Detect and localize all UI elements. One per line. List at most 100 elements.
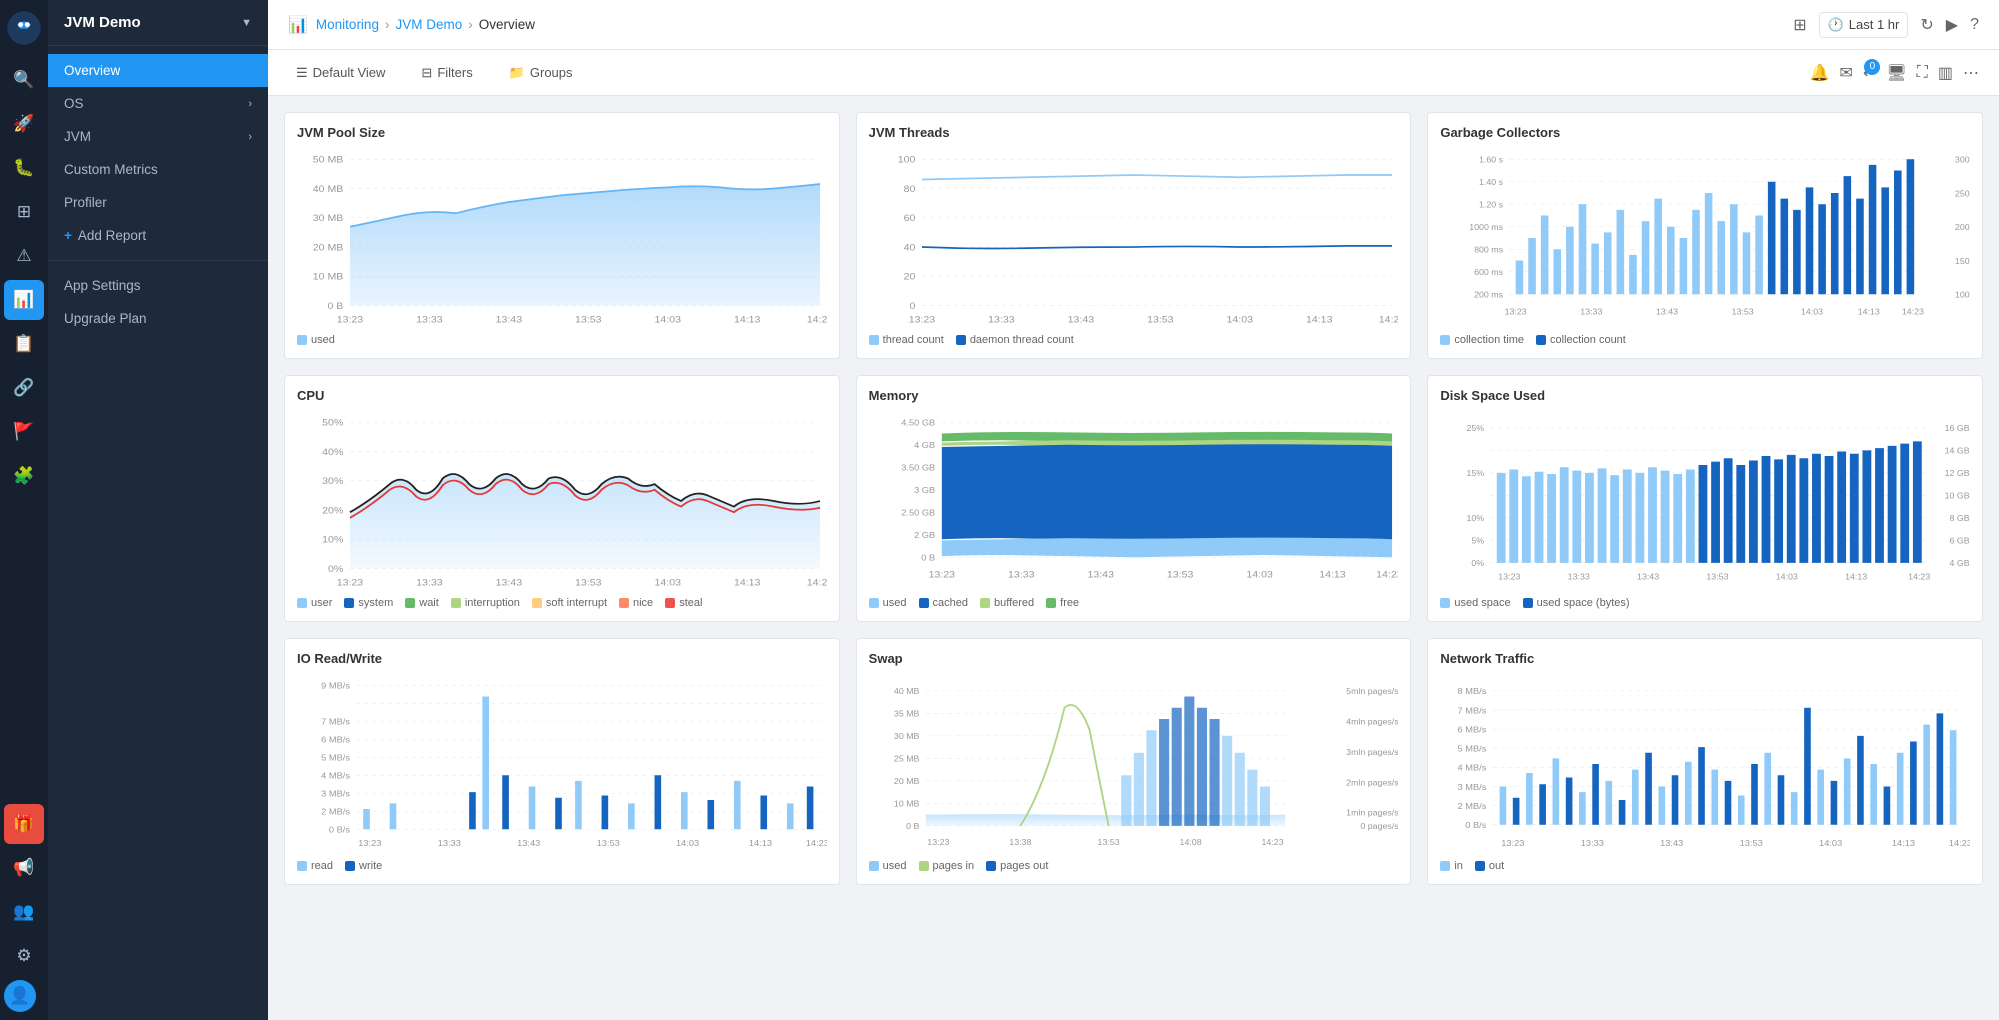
svg-text:13:23: 13:23 bbox=[1505, 307, 1527, 316]
settings-icon[interactable]: ⚙ bbox=[4, 936, 44, 976]
legend-swap-used-label: used bbox=[883, 860, 907, 872]
svg-text:13:53: 13:53 bbox=[1740, 839, 1763, 848]
svg-text:12 GB: 12 GB bbox=[1945, 469, 1970, 478]
list-icon[interactable]: 📋 bbox=[4, 324, 44, 364]
default-view-button[interactable]: ☰ Default View bbox=[288, 59, 393, 87]
legend-daemon-thread-count: daemon thread count bbox=[956, 334, 1074, 346]
more-options-icon[interactable]: ⋯ bbox=[1963, 63, 1979, 83]
chart-io-container: 9 MB/s 7 MB/s 6 MB/s 5 MB/s 4 MB/s 3 MB/… bbox=[297, 674, 827, 854]
sidebar-item-app-settings[interactable]: App Settings bbox=[48, 269, 268, 302]
grid-icon[interactable]: ⊞ bbox=[4, 192, 44, 232]
sidebar-item-jvm[interactable]: JVM › bbox=[48, 120, 268, 153]
integration-icon[interactable]: 🔗 bbox=[4, 368, 44, 408]
legend-cpu-system-label: system bbox=[358, 597, 393, 609]
legend-cpu-nice-dot bbox=[619, 598, 629, 608]
breadcrumb-jvm-demo[interactable]: JVM Demo bbox=[395, 17, 462, 32]
alert-icon[interactable]: ⚠ bbox=[4, 236, 44, 276]
chart-network-container: 8 MB/s 7 MB/s 6 MB/s 5 MB/s 4 MB/s 3 MB/… bbox=[1440, 674, 1970, 854]
sidebar-upgrade-plan-label: Upgrade Plan bbox=[64, 311, 147, 326]
plus-icon: + bbox=[64, 228, 72, 243]
svg-text:15%: 15% bbox=[1467, 469, 1485, 478]
svg-text:10 GB: 10 GB bbox=[1945, 491, 1970, 500]
svg-text:14:23: 14:23 bbox=[1261, 837, 1283, 846]
svg-text:0 B: 0 B bbox=[327, 302, 343, 312]
legend-network-in: in bbox=[1440, 860, 1463, 872]
filters-button[interactable]: ⊟ Filters bbox=[413, 59, 480, 87]
bug-icon[interactable]: 🐛 bbox=[4, 148, 44, 188]
svg-text:1mln pages/s: 1mln pages/s bbox=[1346, 808, 1398, 817]
svg-text:20%: 20% bbox=[322, 506, 343, 516]
svg-text:14:13: 14:13 bbox=[749, 839, 772, 848]
sidebar-item-overview[interactable]: Overview bbox=[48, 54, 268, 87]
time-range-selector[interactable]: 🕐 Last 1 hr bbox=[1819, 12, 1909, 38]
svg-text:100: 100 bbox=[897, 155, 915, 165]
svg-text:100: 100 bbox=[1955, 290, 1970, 299]
svg-text:5%: 5% bbox=[1472, 536, 1485, 545]
svg-text:40 MB: 40 MB bbox=[894, 687, 920, 696]
chart-jvm-threads-container: 100 80 60 40 20 0 13:23 13:33 13:43 13:5 bbox=[869, 148, 1399, 328]
sidebar-item-add-report[interactable]: + Add Report bbox=[48, 219, 268, 252]
screen-icon[interactable]: 🖥 bbox=[1886, 63, 1906, 83]
notification-badge-icon[interactable]: ↩ 0 bbox=[1863, 63, 1876, 83]
help-icon[interactable]: ? bbox=[1970, 16, 1979, 34]
search-icon-strip[interactable]: 🔍 bbox=[4, 60, 44, 100]
octopus-logo-icon[interactable] bbox=[4, 8, 44, 48]
sidebar-app-title: JVM Demo bbox=[64, 14, 141, 31]
split-view-icon[interactable]: ▥ bbox=[1938, 63, 1953, 83]
chevron-right-icon-2: › bbox=[248, 131, 252, 143]
svg-text:40: 40 bbox=[903, 243, 915, 253]
svg-text:13:23: 13:23 bbox=[337, 578, 364, 588]
svg-text:20 MB: 20 MB bbox=[313, 243, 344, 253]
mail-icon[interactable]: ✉ bbox=[1840, 63, 1853, 83]
toolbar: ☰ Default View ⊟ Filters 📁 Groups 🔔 ✉ ↩ … bbox=[268, 50, 1999, 96]
legend-swap-pages-out-dot bbox=[986, 861, 996, 871]
svg-text:20 MB: 20 MB bbox=[894, 777, 920, 786]
breadcrumb-overview: Overview bbox=[479, 17, 535, 32]
bell-icon[interactable]: 🔔 bbox=[1810, 63, 1830, 83]
play-icon[interactable]: ▶ bbox=[1946, 15, 1958, 35]
svg-text:50%: 50% bbox=[322, 418, 343, 428]
speaker-icon[interactable]: 📢 bbox=[4, 848, 44, 888]
legend-ccount-dot bbox=[1536, 335, 1546, 345]
svg-text:13:43: 13:43 bbox=[496, 315, 523, 325]
puzzle-icon[interactable]: 🧩 bbox=[4, 456, 44, 496]
gift-icon[interactable]: 🎁 bbox=[4, 804, 44, 844]
user-avatar[interactable]: 👤 bbox=[4, 980, 36, 1012]
svg-text:1.40 s: 1.40 s bbox=[1479, 178, 1503, 187]
expand-icon[interactable]: ⛶ bbox=[1917, 64, 1928, 82]
chart-gc-title: Garbage Collectors bbox=[1440, 125, 1970, 140]
svg-text:1000 ms: 1000 ms bbox=[1470, 223, 1504, 232]
breadcrumb-monitoring[interactable]: Monitoring bbox=[316, 17, 379, 32]
legend-cpu-nice: nice bbox=[619, 597, 653, 609]
refresh-icon[interactable]: ↻ bbox=[1920, 15, 1933, 35]
grid-view-icon[interactable]: ⊞ bbox=[1793, 15, 1806, 35]
chart-swap-legend: used pages in pages out bbox=[869, 860, 1399, 872]
rocket-icon[interactable]: 🚀 bbox=[4, 104, 44, 144]
legend-mem-used-dot bbox=[869, 598, 879, 608]
sidebar-chevron-icon: ▼ bbox=[241, 17, 252, 29]
people-icon[interactable]: 👥 bbox=[4, 892, 44, 932]
svg-text:13:53: 13:53 bbox=[1707, 572, 1729, 581]
dashboard-icon[interactable]: 📊 bbox=[4, 280, 44, 320]
sidebar-item-upgrade-plan[interactable]: Upgrade Plan bbox=[48, 302, 268, 335]
svg-text:25%: 25% bbox=[1467, 424, 1485, 433]
sidebar-item-os[interactable]: OS › bbox=[48, 87, 268, 120]
svg-text:6 MB/s: 6 MB/s bbox=[1458, 725, 1487, 734]
svg-text:14:23: 14:23 bbox=[807, 315, 827, 325]
sidebar-item-profiler[interactable]: Profiler bbox=[48, 186, 268, 219]
svg-text:5 MB/s: 5 MB/s bbox=[1458, 744, 1487, 753]
legend-cpu-user: user bbox=[297, 597, 332, 609]
sidebar-app-settings-label: App Settings bbox=[64, 278, 141, 293]
groups-button[interactable]: 📁 Groups bbox=[501, 59, 581, 87]
chart-cpu-title: CPU bbox=[297, 388, 827, 403]
svg-text:40%: 40% bbox=[322, 448, 343, 458]
legend-thread-count-dot bbox=[869, 335, 879, 345]
svg-text:13:53: 13:53 bbox=[1147, 315, 1174, 325]
legend-daemon-label: daemon thread count bbox=[970, 334, 1074, 346]
legend-network-in-dot bbox=[1440, 861, 1450, 871]
flag-icon[interactable]: 🚩 bbox=[4, 412, 44, 452]
legend-ctime-dot bbox=[1440, 335, 1450, 345]
sidebar-header[interactable]: JVM Demo ▼ bbox=[48, 0, 268, 46]
svg-text:200 ms: 200 ms bbox=[1474, 290, 1503, 299]
sidebar-item-custom-metrics[interactable]: Custom Metrics bbox=[48, 153, 268, 186]
